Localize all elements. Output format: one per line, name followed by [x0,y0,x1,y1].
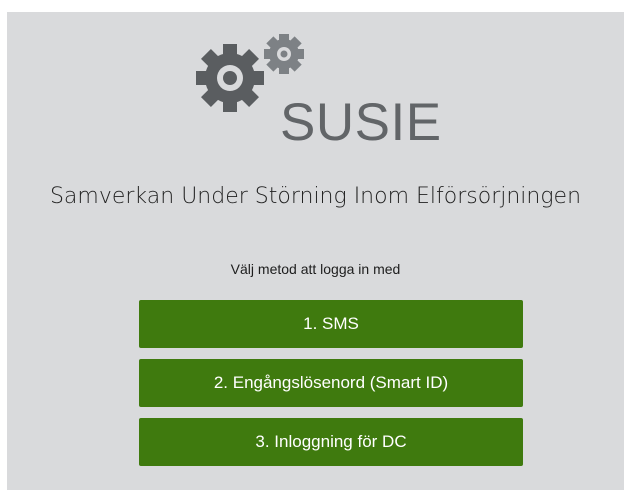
login-smart-id-button[interactable]: 2. Engångslösenord (Smart ID) [139,359,523,407]
page-title: Samverkan Under Störning Inom Elförsörjn… [49,184,582,209]
login-sms-button[interactable]: 1. SMS [139,300,523,348]
login-method-prompt: Välj metod att logga in med [230,261,401,277]
login-dc-button[interactable]: 3. Inloggning för DC [139,418,523,466]
login-panel: SUSIE Samverkan Under Störning Inom Elfö… [7,12,624,490]
susie-logo: SUSIE [192,34,442,152]
logo-wordmark: SUSIE [280,93,442,152]
